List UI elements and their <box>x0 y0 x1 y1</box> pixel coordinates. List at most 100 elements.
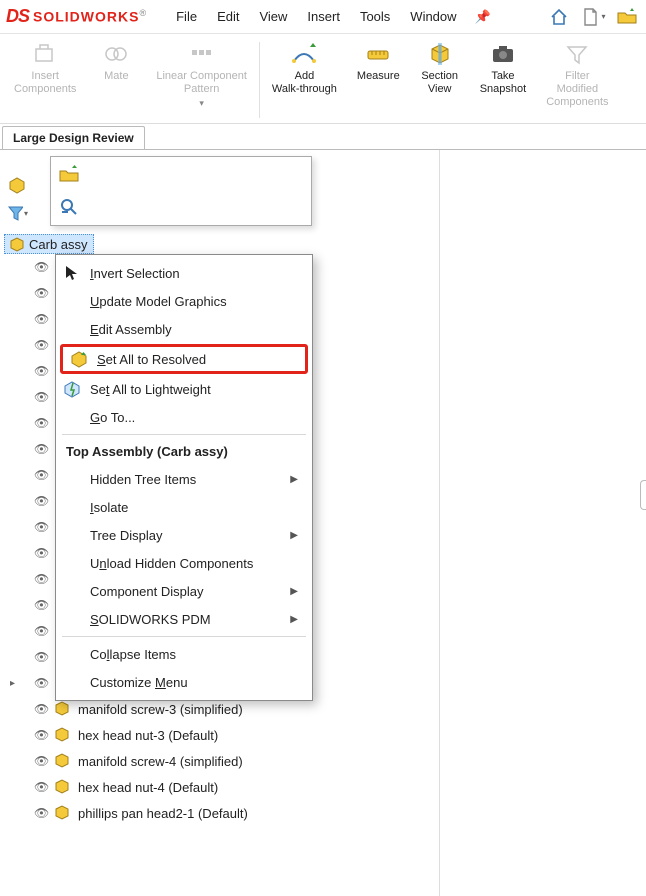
ctx-isolate[interactable]: Isolate <box>56 493 312 521</box>
ctx-solidworks-pdm[interactable]: SOLIDWORKS PDM▶ <box>56 605 312 633</box>
ctx-set-all-lightweight[interactable]: Set All to Lightweight <box>56 375 312 403</box>
tree-item[interactable]: 👁 manifold screw-4 (simplified) <box>4 748 435 774</box>
menu-file[interactable]: File <box>166 5 207 28</box>
visibility-eye-icon[interactable]: 👁 <box>34 624 48 638</box>
ribbon-mate: Mate <box>86 38 146 85</box>
measure-icon <box>364 40 392 68</box>
new-doc-icon[interactable]: ▾ <box>580 4 606 30</box>
visibility-eye-icon[interactable]: 👁 <box>34 754 48 768</box>
ctx-separator <box>62 636 306 637</box>
visibility-eye-icon[interactable]: 👁 <box>34 702 48 716</box>
ctx-unload-hidden[interactable]: Unload Hidden Components <box>56 549 312 577</box>
tree-item-label: phillips pan head2-1 (Default) <box>78 806 248 821</box>
graphics-area[interactable] <box>440 150 646 896</box>
ctx-edit-assembly[interactable]: Edit Assembly <box>56 315 312 343</box>
visibility-eye-icon[interactable]: 👁 <box>34 286 48 300</box>
menu-edit[interactable]: Edit <box>207 5 249 28</box>
pane-collapse-handle[interactable] <box>640 480 646 510</box>
ctx-label: Set All to Resolved <box>97 352 206 367</box>
ctx-label: Invert Selection <box>90 266 180 281</box>
ctx-update-model-graphics[interactable]: Update Model Graphics <box>56 287 312 315</box>
ctx-component-display[interactable]: Component Display▶ <box>56 577 312 605</box>
visibility-eye-icon[interactable]: 👁 <box>34 416 48 430</box>
ribbon-label: Take Snapshot <box>480 70 526 96</box>
visibility-eye-icon[interactable]: 👁 <box>34 650 48 664</box>
ctx-invert-selection[interactable]: Invert Selection <box>56 259 312 287</box>
visibility-eye-icon[interactable]: 👁 <box>34 806 48 820</box>
tree-item-label: manifold screw-3 (simplified) <box>78 702 243 717</box>
menu-tools[interactable]: Tools <box>350 5 400 28</box>
ribbon-label: Linear Component Pattern <box>156 70 247 96</box>
ribbon-label: Section View <box>421 70 458 96</box>
ctx-separator <box>62 434 306 435</box>
ctx-hidden-tree-items[interactable]: Hidden Tree Items▶ <box>56 465 312 493</box>
dropdown-icon: ▾ <box>199 98 204 109</box>
asm-icon[interactable] <box>6 174 28 196</box>
tree-root-label: Carb assy <box>29 237 88 252</box>
visibility-eye-icon[interactable]: 👁 <box>34 338 48 352</box>
open-asm-icon[interactable] <box>57 163 81 187</box>
ctx-label: Isolate <box>90 500 128 515</box>
ribbon-take-snapshot[interactable]: Take Snapshot <box>470 38 536 98</box>
tree-root-node[interactable]: Carb assy <box>4 234 94 254</box>
visibility-eye-icon[interactable]: 👁 <box>34 546 48 560</box>
cursor-icon <box>62 263 82 283</box>
ribbon-measure[interactable]: Measure <box>347 38 410 85</box>
visibility-eye-icon[interactable]: 👁 <box>34 468 48 482</box>
ctx-go-to[interactable]: Go To... <box>56 403 312 431</box>
part-cube-icon <box>54 778 72 796</box>
menu-window[interactable]: Window <box>400 5 466 28</box>
pin-icon[interactable]: 📌 <box>475 9 491 25</box>
menu-insert[interactable]: Insert <box>297 5 350 28</box>
ribbon-label: Insert Components <box>14 70 76 96</box>
tree-item-label: manifold screw-4 (simplified) <box>78 754 243 769</box>
filter-funnel-icon[interactable]: ▾ <box>6 202 28 224</box>
visibility-eye-icon[interactable]: 👁 <box>34 676 48 690</box>
tree-item[interactable]: 👁 hex head nut-3 (Default) <box>4 722 435 748</box>
context-toolbar-popup <box>50 156 312 226</box>
part-cube-icon <box>54 804 72 822</box>
ribbon-insert-components: Insert Components <box>4 38 86 98</box>
visibility-eye-icon[interactable]: 👁 <box>34 780 48 794</box>
ribbon-add-walkthrough[interactable]: Add Walk-through <box>262 38 347 98</box>
visibility-eye-icon[interactable]: 👁 <box>34 572 48 586</box>
visibility-eye-icon[interactable]: 👁 <box>34 494 48 508</box>
ctx-set-all-resolved[interactable]: Set All to Resolved <box>60 344 308 374</box>
command-tab-row: Large Design Review <box>0 124 646 150</box>
tree-item[interactable]: 👁hex head nut-4 (Default) <box>4 774 435 800</box>
ctx-label: Edit Assembly <box>90 322 172 337</box>
ctx-customize-menu[interactable]: Customize Menu <box>56 668 312 696</box>
menubar: DS SOLIDWORKS® File Edit View Insert Too… <box>0 0 646 34</box>
ctx-tree-display[interactable]: Tree Display▶ <box>56 521 312 549</box>
menu-view[interactable]: View <box>249 5 297 28</box>
app-logo: DS SOLIDWORKS® <box>6 6 146 27</box>
ribbon-label: Mate <box>104 70 128 83</box>
ribbon-label: Measure <box>357 70 400 83</box>
ribbon-label: Filter Modified Components <box>546 70 608 109</box>
open-folder-icon[interactable] <box>614 4 640 30</box>
visibility-eye-icon[interactable]: 👁 <box>34 728 48 742</box>
visibility-eye-icon[interactable]: 👁 <box>34 390 48 404</box>
visibility-eye-icon[interactable]: 👁 <box>34 598 48 612</box>
resolve-icon <box>69 349 89 369</box>
home-icon[interactable] <box>546 4 572 30</box>
logo-text: SOLIDWORKS <box>33 9 139 25</box>
submenu-arrow-icon: ▶ <box>290 530 298 541</box>
visibility-eye-icon[interactable]: 👁 <box>34 364 48 378</box>
submenu-arrow-icon: ▶ <box>290 586 298 597</box>
walk-icon <box>290 40 318 68</box>
zoom-fit-icon[interactable] <box>57 195 81 219</box>
visibility-eye-icon[interactable]: 👁 <box>34 442 48 456</box>
tree-item-label: hex head nut-3 (Default) <box>78 728 218 743</box>
filter-icon <box>563 40 591 68</box>
part-cube-icon <box>54 752 72 770</box>
ctx-collapse-items[interactable]: Collapse Items <box>56 640 312 668</box>
visibility-eye-icon[interactable]: 👁 <box>34 520 48 534</box>
ribbon-label: Add Walk-through <box>272 70 337 96</box>
ribbon-section-view[interactable]: Section View <box>410 38 470 98</box>
tab-large-design-review[interactable]: Large Design Review <box>2 126 145 149</box>
context-menu: Invert Selection Update Model Graphics E… <box>55 254 313 701</box>
tree-item[interactable]: 👁 phillips pan head2-1 (Default) <box>4 800 435 826</box>
visibility-eye-icon[interactable]: 👁 <box>34 260 48 274</box>
visibility-eye-icon[interactable]: 👁 <box>34 312 48 326</box>
